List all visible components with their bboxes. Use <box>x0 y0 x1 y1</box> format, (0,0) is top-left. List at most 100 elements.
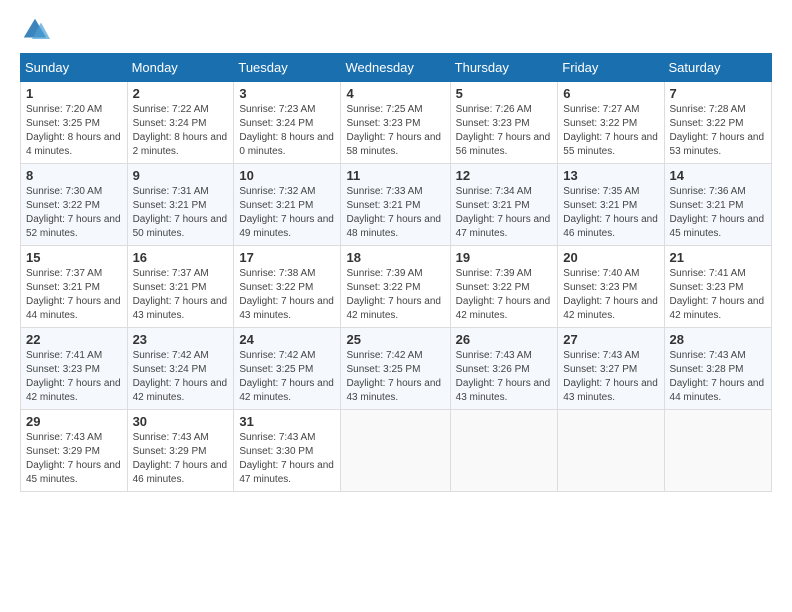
day-number: 7 <box>670 86 766 101</box>
day-number: 12 <box>456 168 553 183</box>
calendar-cell <box>450 410 558 492</box>
day-number: 28 <box>670 332 766 347</box>
day-detail: Sunrise: 7:20 AMSunset: 3:25 PMDaylight:… <box>26 103 122 159</box>
day-detail: Sunrise: 7:37 AMSunset: 3:21 PMDaylight:… <box>26 267 122 323</box>
calendar-cell: 27Sunrise: 7:43 AMSunset: 3:27 PMDayligh… <box>558 328 664 410</box>
week-row-2: 8 Sunrise: 7:30 AMSunset: 3:22 PMDaylight… <box>21 164 772 246</box>
day-header-wednesday: Wednesday <box>341 54 450 82</box>
calendar-cell: 26Sunrise: 7:43 AMSunset: 3:26 PMDayligh… <box>450 328 558 410</box>
day-number: 22 <box>26 332 122 347</box>
calendar-cell: 29Sunrise: 7:43 AMSunset: 3:29 PMDayligh… <box>21 410 128 492</box>
day-number: 14 <box>670 168 766 183</box>
header-row: SundayMondayTuesdayWednesdayThursdayFrid… <box>21 54 772 82</box>
day-detail: Sunrise: 7:41 AMSunset: 3:23 PMDaylight:… <box>26 349 122 405</box>
day-number: 13 <box>563 168 658 183</box>
calendar-cell: 22 Sunrise: 7:41 AMSunset: 3:23 PMDayligh… <box>21 328 128 410</box>
day-detail: Sunrise: 7:43 AMSunset: 3:28 PMDaylight:… <box>670 349 766 405</box>
calendar-cell: 16 Sunrise: 7:37 AMSunset: 3:21 PMDayligh… <box>127 246 234 328</box>
day-detail: Sunrise: 7:25 AMSunset: 3:23 PMDaylight:… <box>346 103 444 159</box>
calendar-cell: 19 Sunrise: 7:39 AMSunset: 3:22 PMDayligh… <box>450 246 558 328</box>
day-detail: Sunrise: 7:39 AMSunset: 3:22 PMDaylight:… <box>346 267 444 323</box>
calendar-cell <box>341 410 450 492</box>
day-number: 31 <box>239 414 335 429</box>
day-detail: Sunrise: 7:36 AMSunset: 3:21 PMDaylight:… <box>670 185 766 241</box>
calendar-cell <box>664 410 771 492</box>
calendar-table: SundayMondayTuesdayWednesdayThursdayFrid… <box>20 53 772 492</box>
day-number: 17 <box>239 250 335 265</box>
calendar-cell: 18 Sunrise: 7:39 AMSunset: 3:22 PMDayligh… <box>341 246 450 328</box>
day-number: 6 <box>563 86 658 101</box>
day-detail: Sunrise: 7:32 AMSunset: 3:21 PMDaylight:… <box>239 185 335 241</box>
calendar-cell: 21 Sunrise: 7:41 AMSunset: 3:23 PMDayligh… <box>664 246 771 328</box>
day-detail: Sunrise: 7:42 AMSunset: 3:25 PMDaylight:… <box>346 349 444 405</box>
calendar-cell: 12 Sunrise: 7:34 AMSunset: 3:21 PMDayligh… <box>450 164 558 246</box>
day-number: 30 <box>133 414 229 429</box>
day-detail: Sunrise: 7:42 AMSunset: 3:25 PMDaylight:… <box>239 349 335 405</box>
week-row-5: 29 Sunrise: 7:43 AMSunset: 3:29 PMDayligh… <box>21 410 772 492</box>
day-number: 18 <box>346 250 444 265</box>
day-number: 1 <box>26 86 122 101</box>
calendar-cell: 8 Sunrise: 7:30 AMSunset: 3:22 PMDaylight… <box>21 164 128 246</box>
calendar-cell: 11 Sunrise: 7:33 AMSunset: 3:21 PMDayligh… <box>341 164 450 246</box>
day-number: 21 <box>670 250 766 265</box>
calendar-cell: 28 Sunrise: 7:43 AMSunset: 3:28 PMDayligh… <box>664 328 771 410</box>
week-row-1: 1 Sunrise: 7:20 AMSunset: 3:25 PMDaylight… <box>21 82 772 164</box>
day-number: 3 <box>239 86 335 101</box>
day-number: 5 <box>456 86 553 101</box>
day-detail: Sunrise: 7:37 AMSunset: 3:21 PMDaylight:… <box>133 267 229 323</box>
day-header-thursday: Thursday <box>450 54 558 82</box>
day-detail: Sunrise: 7:43 AMSunset: 3:27 PMDaylight:… <box>563 349 658 405</box>
calendar-cell: 15 Sunrise: 7:37 AMSunset: 3:21 PMDayligh… <box>21 246 128 328</box>
day-detail: Sunrise: 7:38 AMSunset: 3:22 PMDaylight:… <box>239 267 335 323</box>
calendar-cell: 30 Sunrise: 7:43 AMSunset: 3:29 PMDayligh… <box>127 410 234 492</box>
calendar-cell <box>558 410 664 492</box>
logo <box>20 15 54 45</box>
day-number: 23 <box>133 332 229 347</box>
day-number: 8 <box>26 168 122 183</box>
day-number: 25 <box>346 332 444 347</box>
day-detail: Sunrise: 7:33 AMSunset: 3:21 PMDaylight:… <box>346 185 444 241</box>
calendar-cell: 17 Sunrise: 7:38 AMSunset: 3:22 PMDayligh… <box>234 246 341 328</box>
week-row-4: 22 Sunrise: 7:41 AMSunset: 3:23 PMDayligh… <box>21 328 772 410</box>
day-header-monday: Monday <box>127 54 234 82</box>
day-detail: Sunrise: 7:40 AMSunset: 3:23 PMDaylight:… <box>563 267 658 323</box>
day-detail: Sunrise: 7:27 AMSunset: 3:22 PMDaylight:… <box>563 103 658 159</box>
day-detail: Sunrise: 7:43 AMSunset: 3:26 PMDaylight:… <box>456 349 553 405</box>
day-number: 4 <box>346 86 444 101</box>
day-detail: Sunrise: 7:31 AMSunset: 3:21 PMDaylight:… <box>133 185 229 241</box>
day-detail: Sunrise: 7:22 AMSunset: 3:24 PMDaylight:… <box>133 103 229 159</box>
day-detail: Sunrise: 7:34 AMSunset: 3:21 PMDaylight:… <box>456 185 553 241</box>
logo-icon <box>20 15 50 45</box>
calendar-cell: 7 Sunrise: 7:28 AMSunset: 3:22 PMDaylight… <box>664 82 771 164</box>
calendar-cell: 5Sunrise: 7:26 AMSunset: 3:23 PMDaylight… <box>450 82 558 164</box>
week-row-3: 15 Sunrise: 7:37 AMSunset: 3:21 PMDayligh… <box>21 246 772 328</box>
calendar-cell: 9 Sunrise: 7:31 AMSunset: 3:21 PMDaylight… <box>127 164 234 246</box>
day-detail: Sunrise: 7:43 AMSunset: 3:29 PMDaylight:… <box>133 431 229 487</box>
calendar-cell: 10Sunrise: 7:32 AMSunset: 3:21 PMDayligh… <box>234 164 341 246</box>
calendar-cell: 24Sunrise: 7:42 AMSunset: 3:25 PMDayligh… <box>234 328 341 410</box>
calendar-cell: 20 Sunrise: 7:40 AMSunset: 3:23 PMDayligh… <box>558 246 664 328</box>
calendar-cell: 25 Sunrise: 7:42 AMSunset: 3:25 PMDayligh… <box>341 328 450 410</box>
day-detail: Sunrise: 7:35 AMSunset: 3:21 PMDaylight:… <box>563 185 658 241</box>
calendar-cell: 1 Sunrise: 7:20 AMSunset: 3:25 PMDaylight… <box>21 82 128 164</box>
day-number: 15 <box>26 250 122 265</box>
day-detail: Sunrise: 7:28 AMSunset: 3:22 PMDaylight:… <box>670 103 766 159</box>
calendar-cell: 14 Sunrise: 7:36 AMSunset: 3:21 PMDayligh… <box>664 164 771 246</box>
calendar-cell: 2Sunrise: 7:22 AMSunset: 3:24 PMDaylight… <box>127 82 234 164</box>
calendar-cell: 6 Sunrise: 7:27 AMSunset: 3:22 PMDaylight… <box>558 82 664 164</box>
calendar-cell: 4 Sunrise: 7:25 AMSunset: 3:23 PMDaylight… <box>341 82 450 164</box>
calendar-cell: 23 Sunrise: 7:42 AMSunset: 3:24 PMDayligh… <box>127 328 234 410</box>
day-detail: Sunrise: 7:42 AMSunset: 3:24 PMDaylight:… <box>133 349 229 405</box>
day-detail: Sunrise: 7:30 AMSunset: 3:22 PMDaylight:… <box>26 185 122 241</box>
header <box>20 15 772 45</box>
day-number: 11 <box>346 168 444 183</box>
day-number: 9 <box>133 168 229 183</box>
day-detail: Sunrise: 7:39 AMSunset: 3:22 PMDaylight:… <box>456 267 553 323</box>
day-detail: Sunrise: 7:23 AMSunset: 3:24 PMDaylight:… <box>239 103 335 159</box>
day-number: 29 <box>26 414 122 429</box>
day-number: 20 <box>563 250 658 265</box>
day-detail: Sunrise: 7:41 AMSunset: 3:23 PMDaylight:… <box>670 267 766 323</box>
day-number: 16 <box>133 250 229 265</box>
day-number: 19 <box>456 250 553 265</box>
page: SundayMondayTuesdayWednesdayThursdayFrid… <box>0 0 792 612</box>
